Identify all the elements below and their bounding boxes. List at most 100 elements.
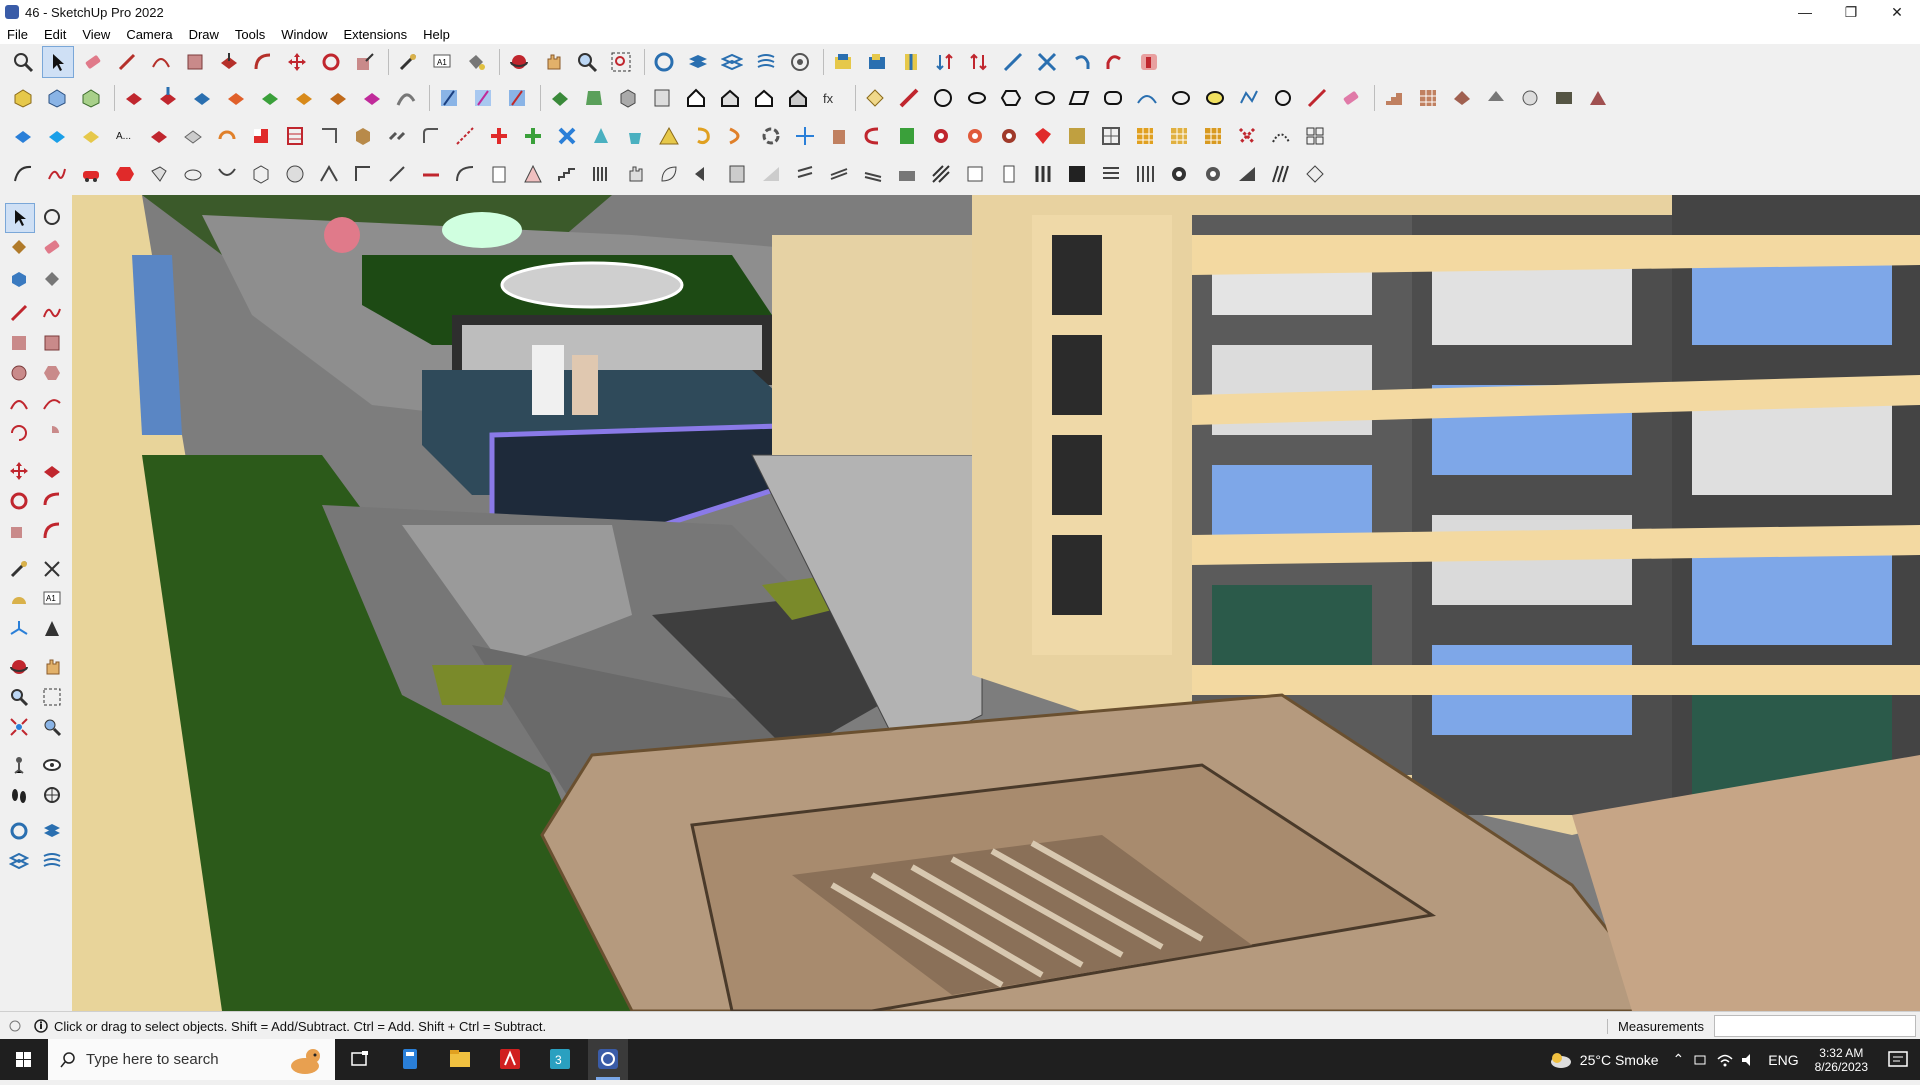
rectangle-tool-icon[interactable] bbox=[5, 329, 33, 357]
follow-me-icon[interactable] bbox=[38, 487, 66, 515]
tag-icon[interactable] bbox=[860, 83, 890, 113]
stack-icon[interactable] bbox=[280, 121, 310, 151]
cube-wire-icon[interactable] bbox=[246, 159, 276, 189]
orbit-tool-icon[interactable] bbox=[5, 653, 33, 681]
arc-2-tool-icon[interactable] bbox=[38, 389, 66, 417]
look-around-icon[interactable] bbox=[38, 751, 66, 779]
paint-bucket-tool-icon[interactable] bbox=[38, 265, 66, 293]
menu-tools[interactable]: Tools bbox=[228, 27, 274, 42]
styles-tool-icon[interactable] bbox=[5, 817, 33, 845]
scale-tool-icon[interactable] bbox=[5, 517, 33, 545]
paint-icon[interactable] bbox=[5, 233, 33, 261]
ellipse-2-icon[interactable] bbox=[1166, 83, 1196, 113]
angle-icon[interactable] bbox=[348, 159, 378, 189]
dimension-tool-icon[interactable] bbox=[38, 555, 66, 583]
pattern-icon[interactable] bbox=[1062, 121, 1092, 151]
return-icon[interactable] bbox=[858, 121, 888, 151]
component-green-icon[interactable] bbox=[76, 83, 106, 113]
oval-icon[interactable] bbox=[1030, 83, 1060, 113]
cup-icon[interactable] bbox=[824, 121, 854, 151]
stack-arrows-icon[interactable] bbox=[964, 47, 994, 77]
panel-icon[interactable] bbox=[960, 159, 990, 189]
dense-hatch-icon[interactable] bbox=[1062, 159, 1092, 189]
tool-push-red-icon[interactable] bbox=[153, 83, 183, 113]
hatch-icon[interactable] bbox=[926, 159, 956, 189]
offset-icon[interactable] bbox=[248, 47, 278, 77]
pan-tool-icon[interactable] bbox=[38, 653, 66, 681]
gear-red-icon[interactable] bbox=[926, 121, 956, 151]
section-plane-icon[interactable] bbox=[896, 47, 926, 77]
geo-status-icon[interactable] bbox=[8, 1019, 22, 1033]
push-pull-icon[interactable] bbox=[214, 47, 244, 77]
grid-orange-icon[interactable] bbox=[1130, 121, 1160, 151]
link-icon[interactable] bbox=[382, 121, 412, 151]
arc-3-tool-icon[interactable] bbox=[5, 419, 33, 447]
globe-icon[interactable] bbox=[280, 159, 310, 189]
comb-icon[interactable] bbox=[586, 159, 616, 189]
menu-draw[interactable]: Draw bbox=[182, 27, 228, 42]
bucket-icon[interactable] bbox=[620, 121, 650, 151]
polyline-icon[interactable] bbox=[1234, 83, 1264, 113]
comb-2-icon[interactable] bbox=[1266, 159, 1296, 189]
rotate-icon[interactable] bbox=[316, 47, 346, 77]
zoom-window-tool-icon[interactable] bbox=[38, 683, 66, 711]
eraser-tool-icon[interactable] bbox=[38, 233, 66, 261]
shape-e-icon[interactable] bbox=[1583, 83, 1613, 113]
shadows-tool-icon[interactable] bbox=[5, 847, 33, 875]
box-brown-icon[interactable] bbox=[348, 121, 378, 151]
geo-location-icon[interactable] bbox=[785, 47, 815, 77]
circle-2-icon[interactable] bbox=[1268, 83, 1298, 113]
offset-tool-icon[interactable] bbox=[38, 517, 66, 545]
gear-dark-icon[interactable] bbox=[1164, 159, 1194, 189]
layers-tool-icon[interactable] bbox=[38, 817, 66, 845]
axes-icon[interactable] bbox=[5, 615, 33, 643]
shape-green-icon[interactable] bbox=[545, 83, 575, 113]
diamond-icon[interactable] bbox=[1300, 159, 1330, 189]
sort-arrows-icon[interactable] bbox=[930, 47, 960, 77]
gear-dark-2-icon[interactable] bbox=[1198, 159, 1228, 189]
section-fill-icon[interactable] bbox=[1032, 47, 1062, 77]
cross-arrows-icon[interactable] bbox=[790, 121, 820, 151]
app-3-icon[interactable]: 3 bbox=[540, 1039, 580, 1080]
protractor-icon[interactable] bbox=[5, 585, 33, 613]
line-red-2-icon[interactable] bbox=[416, 159, 446, 189]
slope-icon[interactable] bbox=[756, 159, 786, 189]
face-blue-2-icon[interactable] bbox=[42, 121, 72, 151]
triangle-icon[interactable] bbox=[518, 159, 548, 189]
position-camera-icon[interactable] bbox=[5, 751, 33, 779]
roof-icon[interactable] bbox=[892, 159, 922, 189]
dots-line-icon[interactable] bbox=[450, 121, 480, 151]
maximize-button[interactable]: ❐ bbox=[1828, 0, 1874, 24]
shape-c-icon[interactable] bbox=[1515, 83, 1545, 113]
wrap-icon[interactable] bbox=[144, 159, 174, 189]
3d-model-viewport[interactable] bbox=[72, 195, 1920, 1011]
rectangle-icon[interactable] bbox=[180, 47, 210, 77]
angle-3-icon[interactable] bbox=[790, 159, 820, 189]
slash-blue-3-icon[interactable] bbox=[502, 83, 532, 113]
plus-red-icon[interactable] bbox=[484, 121, 514, 151]
green-sheet-icon[interactable] bbox=[892, 121, 922, 151]
house-2-icon[interactable] bbox=[715, 83, 745, 113]
zoom-tool-icon[interactable] bbox=[5, 683, 33, 711]
orange-arc-icon[interactable] bbox=[212, 121, 242, 151]
zoom-extents-tool-icon[interactable] bbox=[5, 713, 33, 741]
house-4-icon[interactable] bbox=[783, 83, 813, 113]
menu-view[interactable]: View bbox=[75, 27, 119, 42]
pencil-line-icon[interactable] bbox=[112, 47, 142, 77]
weather-text[interactable]: 25°C Smoke bbox=[1580, 1052, 1659, 1068]
close-button[interactable]: ✕ bbox=[1874, 0, 1920, 24]
box-icon[interactable] bbox=[613, 83, 643, 113]
walk-icon[interactable] bbox=[5, 781, 33, 809]
menu-edit[interactable]: Edit bbox=[37, 27, 75, 42]
layers-icon[interactable] bbox=[683, 47, 713, 77]
cone-icon[interactable] bbox=[586, 121, 616, 151]
tool-push-green-icon[interactable] bbox=[255, 83, 285, 113]
shape-a-icon[interactable] bbox=[1447, 83, 1477, 113]
polygon-tool-icon[interactable] bbox=[38, 359, 66, 387]
redo-icon[interactable] bbox=[1100, 47, 1130, 77]
extension-warehouse-icon[interactable] bbox=[862, 47, 892, 77]
parallelogram-icon[interactable] bbox=[1064, 83, 1094, 113]
dotted-arc-icon[interactable] bbox=[1266, 121, 1296, 151]
taskbar-search-box[interactable]: Type here to search bbox=[48, 1039, 335, 1080]
fog-icon[interactable] bbox=[751, 47, 781, 77]
